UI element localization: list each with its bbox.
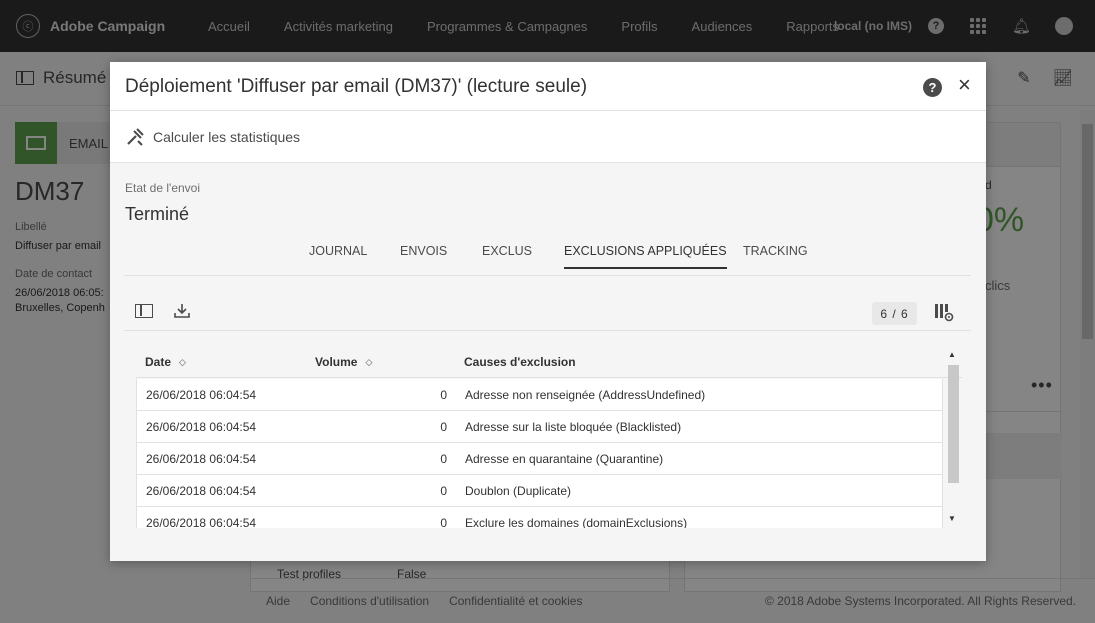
cell-date: 26/06/2018 06:04:54 (146, 516, 257, 528)
table-toolbar: 6 / 6 (124, 297, 971, 331)
column-header-volume[interactable]: Volume ◇ (315, 355, 372, 369)
delivery-state-label: Etat de l'envoi (125, 181, 201, 195)
table-row[interactable]: 26/06/2018 06:04:54 0 Adresse en quarant… (137, 443, 942, 475)
deployment-dialog: Déploiement 'Diffuser par email (DM37)' … (110, 62, 986, 561)
compute-stats-button[interactable]: Calculer les statistiques (110, 111, 986, 163)
tab-journal[interactable]: JOURNAL (309, 244, 367, 269)
tab-exclus[interactable]: EXCLUS (482, 244, 532, 269)
dialog-close-icon[interactable]: × (958, 74, 971, 96)
table-body: 26/06/2018 06:04:54 0 Adresse non rensei… (136, 379, 943, 528)
delivery-state-value: Terminé (125, 204, 190, 224)
tab-exclusions-appliquees[interactable]: EXCLUSIONS APPLIQUÉES (564, 244, 727, 269)
compute-stats-label: Calculer les statistiques (153, 128, 301, 145)
exclusions-table: Date ◇ Volume ◇ Causes d'exclusion 26/06… (136, 348, 962, 528)
column-header-causes-label: Causes d'exclusion (464, 355, 576, 369)
tab-tracking[interactable]: TRACKING (743, 244, 808, 269)
cell-cause: Adresse en quarantaine (Quarantine) (465, 452, 664, 466)
dialog-tabs: JOURNAL ENVOIS EXCLUS EXCLUSIONS APPLIQU… (124, 233, 971, 276)
cell-date: 26/06/2018 06:04:54 (146, 388, 257, 402)
cell-cause: Exclure les domaines (domainExclusions) (465, 516, 688, 528)
dialog-help-icon[interactable]: ? (923, 78, 942, 97)
column-header-causes: Causes d'exclusion (464, 355, 576, 369)
cell-date: 26/06/2018 06:04:54 (146, 420, 257, 434)
dialog-title: Déploiement 'Diffuser par email (DM37)' … (125, 76, 588, 97)
cell-cause: Adresse non renseignée (AddressUndefined… (465, 388, 706, 402)
cell-volume: 0 (440, 420, 447, 434)
cell-date: 26/06/2018 06:04:54 (146, 452, 257, 466)
cell-volume: 0 (440, 484, 447, 498)
column-header-date-label: Date (145, 355, 172, 369)
scroll-down-icon[interactable]: ▼ (948, 514, 956, 523)
cell-date: 26/06/2018 06:04:54 (146, 484, 257, 498)
table-row[interactable]: 26/06/2018 06:04:54 0 Doublon (Duplicate… (137, 475, 942, 507)
row-count-badge: 6 / 6 (872, 302, 917, 325)
cell-volume: 0 (440, 388, 447, 402)
table-header: Date ◇ Volume ◇ Causes d'exclusion (136, 348, 962, 378)
sort-icon: ◇ (365, 357, 373, 367)
cell-cause: Doublon (Duplicate) (465, 484, 572, 498)
table-scrollbar-thumb[interactable] (948, 365, 959, 483)
cell-volume: 0 (440, 516, 447, 528)
cell-volume: 0 (440, 452, 447, 466)
download-icon[interactable] (174, 302, 190, 320)
column-settings-icon[interactable] (934, 302, 954, 322)
tab-envois[interactable]: ENVOIS (400, 244, 447, 269)
table-row[interactable]: 26/06/2018 06:04:54 0 Exclure les domain… (137, 507, 942, 528)
table-row[interactable]: 26/06/2018 06:04:54 0 Adresse sur la lis… (137, 411, 942, 443)
table-row[interactable]: 26/06/2018 06:04:54 0 Adresse non rensei… (137, 379, 942, 411)
column-header-volume-label: Volume (315, 355, 358, 369)
dialog-header: Déploiement 'Diffuser par email (DM37)' … (110, 62, 986, 111)
sort-icon: ◇ (179, 357, 186, 367)
column-header-date[interactable]: Date ◇ (145, 355, 186, 369)
cell-cause: Adresse sur la liste bloquée (Blackliste… (465, 420, 682, 434)
scroll-up-icon[interactable]: ▲ (948, 350, 956, 359)
table-scrollbar[interactable]: ▲ ▼ (946, 348, 961, 528)
toggle-panel-icon[interactable] (135, 304, 153, 318)
compute-stats-icon (127, 127, 144, 146)
